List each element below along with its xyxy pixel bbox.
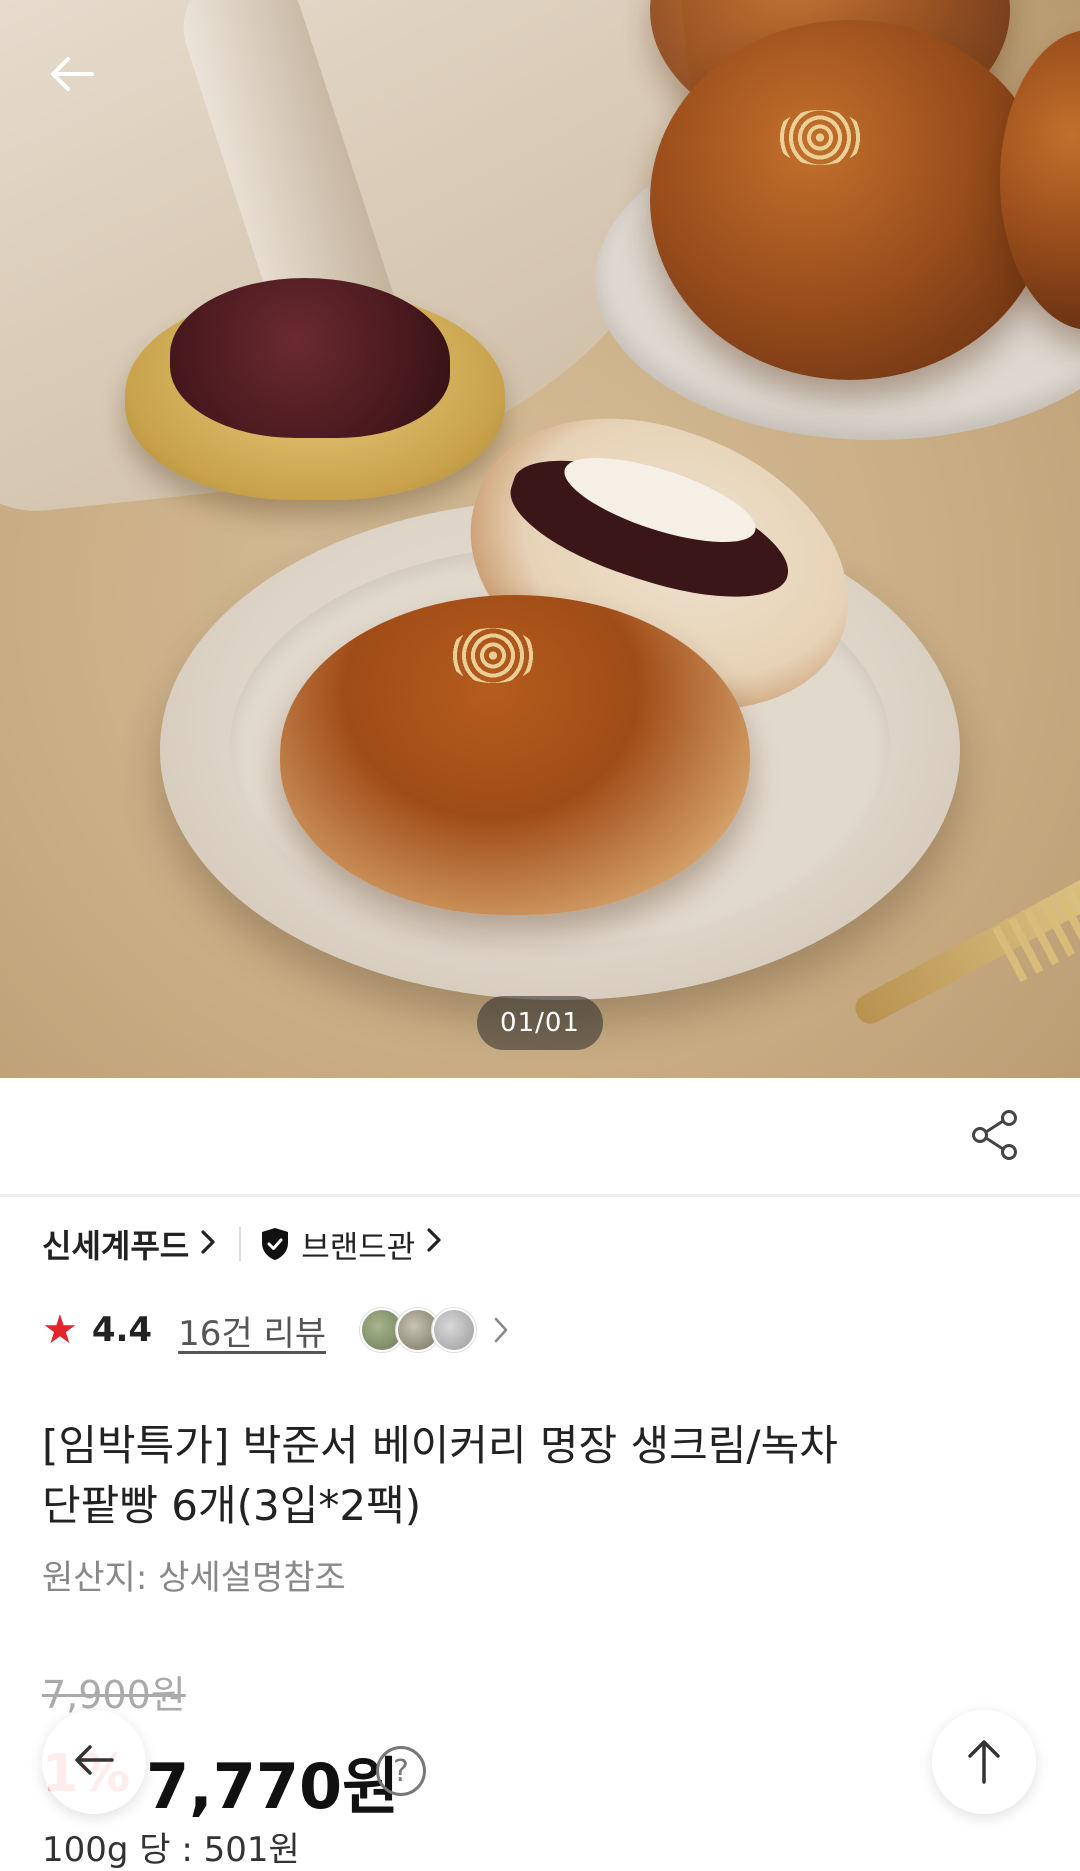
image-counter: 01/01 (477, 996, 603, 1050)
brand-hall-link[interactable]: 브랜드관 (259, 1222, 443, 1267)
product-image[interactable]: 01/01 (0, 0, 1080, 1078)
arrow-up-icon (960, 1734, 1008, 1790)
fork-tines (992, 877, 1080, 983)
rating-score: 4.4 (91, 1310, 153, 1350)
divider (239, 1227, 242, 1261)
share-button[interactable] (966, 1108, 1024, 1166)
star-icon: ★ (42, 1307, 78, 1353)
red-bean-paste (170, 278, 450, 438)
unit-price: 100g 당 : 501원 (42, 1830, 300, 1870)
review-photos[interactable] (360, 1308, 510, 1352)
scroll-to-top-button[interactable] (932, 1710, 1036, 1814)
chevron-right-icon (425, 1226, 443, 1262)
product-title-line: 단팥빵 6개(3입*2팩) (42, 1481, 422, 1530)
review-photo-thumbnail (432, 1308, 477, 1352)
share-row (0, 1078, 1080, 1197)
rating-row: ★ 4.4 16건 리뷰 (42, 1302, 510, 1358)
share-icon (970, 1109, 1020, 1165)
floating-back-button[interactable] (42, 1710, 146, 1814)
back-button[interactable] (40, 44, 104, 108)
final-price: 7,770원 (146, 1750, 400, 1823)
price-help-button[interactable]: ? (376, 1746, 426, 1796)
brand-row: 신세계푸드 브랜드관 (42, 1218, 443, 1270)
product-title-line: [임박특가] 박준서 베이커리 명장 생크림/녹차 (42, 1421, 838, 1470)
arrow-left-icon (70, 1736, 118, 1788)
brand-hall-label: 브랜드관 (301, 1229, 416, 1266)
original-price: 7,900원 (42, 1673, 186, 1717)
sesame-seeds (448, 628, 538, 683)
origin-info: 원산지: 상세설명참조 (42, 1558, 346, 1598)
back-bun (650, 20, 1050, 380)
shield-check-icon (259, 1226, 291, 1262)
arrow-left-icon (44, 46, 100, 106)
chevron-right-icon (199, 1228, 217, 1260)
review-count-link[interactable]: 16건 리뷰 (178, 1306, 326, 1355)
sesame-seeds (775, 110, 865, 165)
chevron-right-icon (492, 1315, 510, 1345)
product-title: [임박특가] 박준서 베이커리 명장 생크림/녹차 단팥빵 6개(3입*2팩) (42, 1416, 1002, 1536)
seller-link[interactable]: 신세계푸드 (42, 1221, 217, 1267)
seller-name: 신세계푸드 (42, 1227, 190, 1265)
